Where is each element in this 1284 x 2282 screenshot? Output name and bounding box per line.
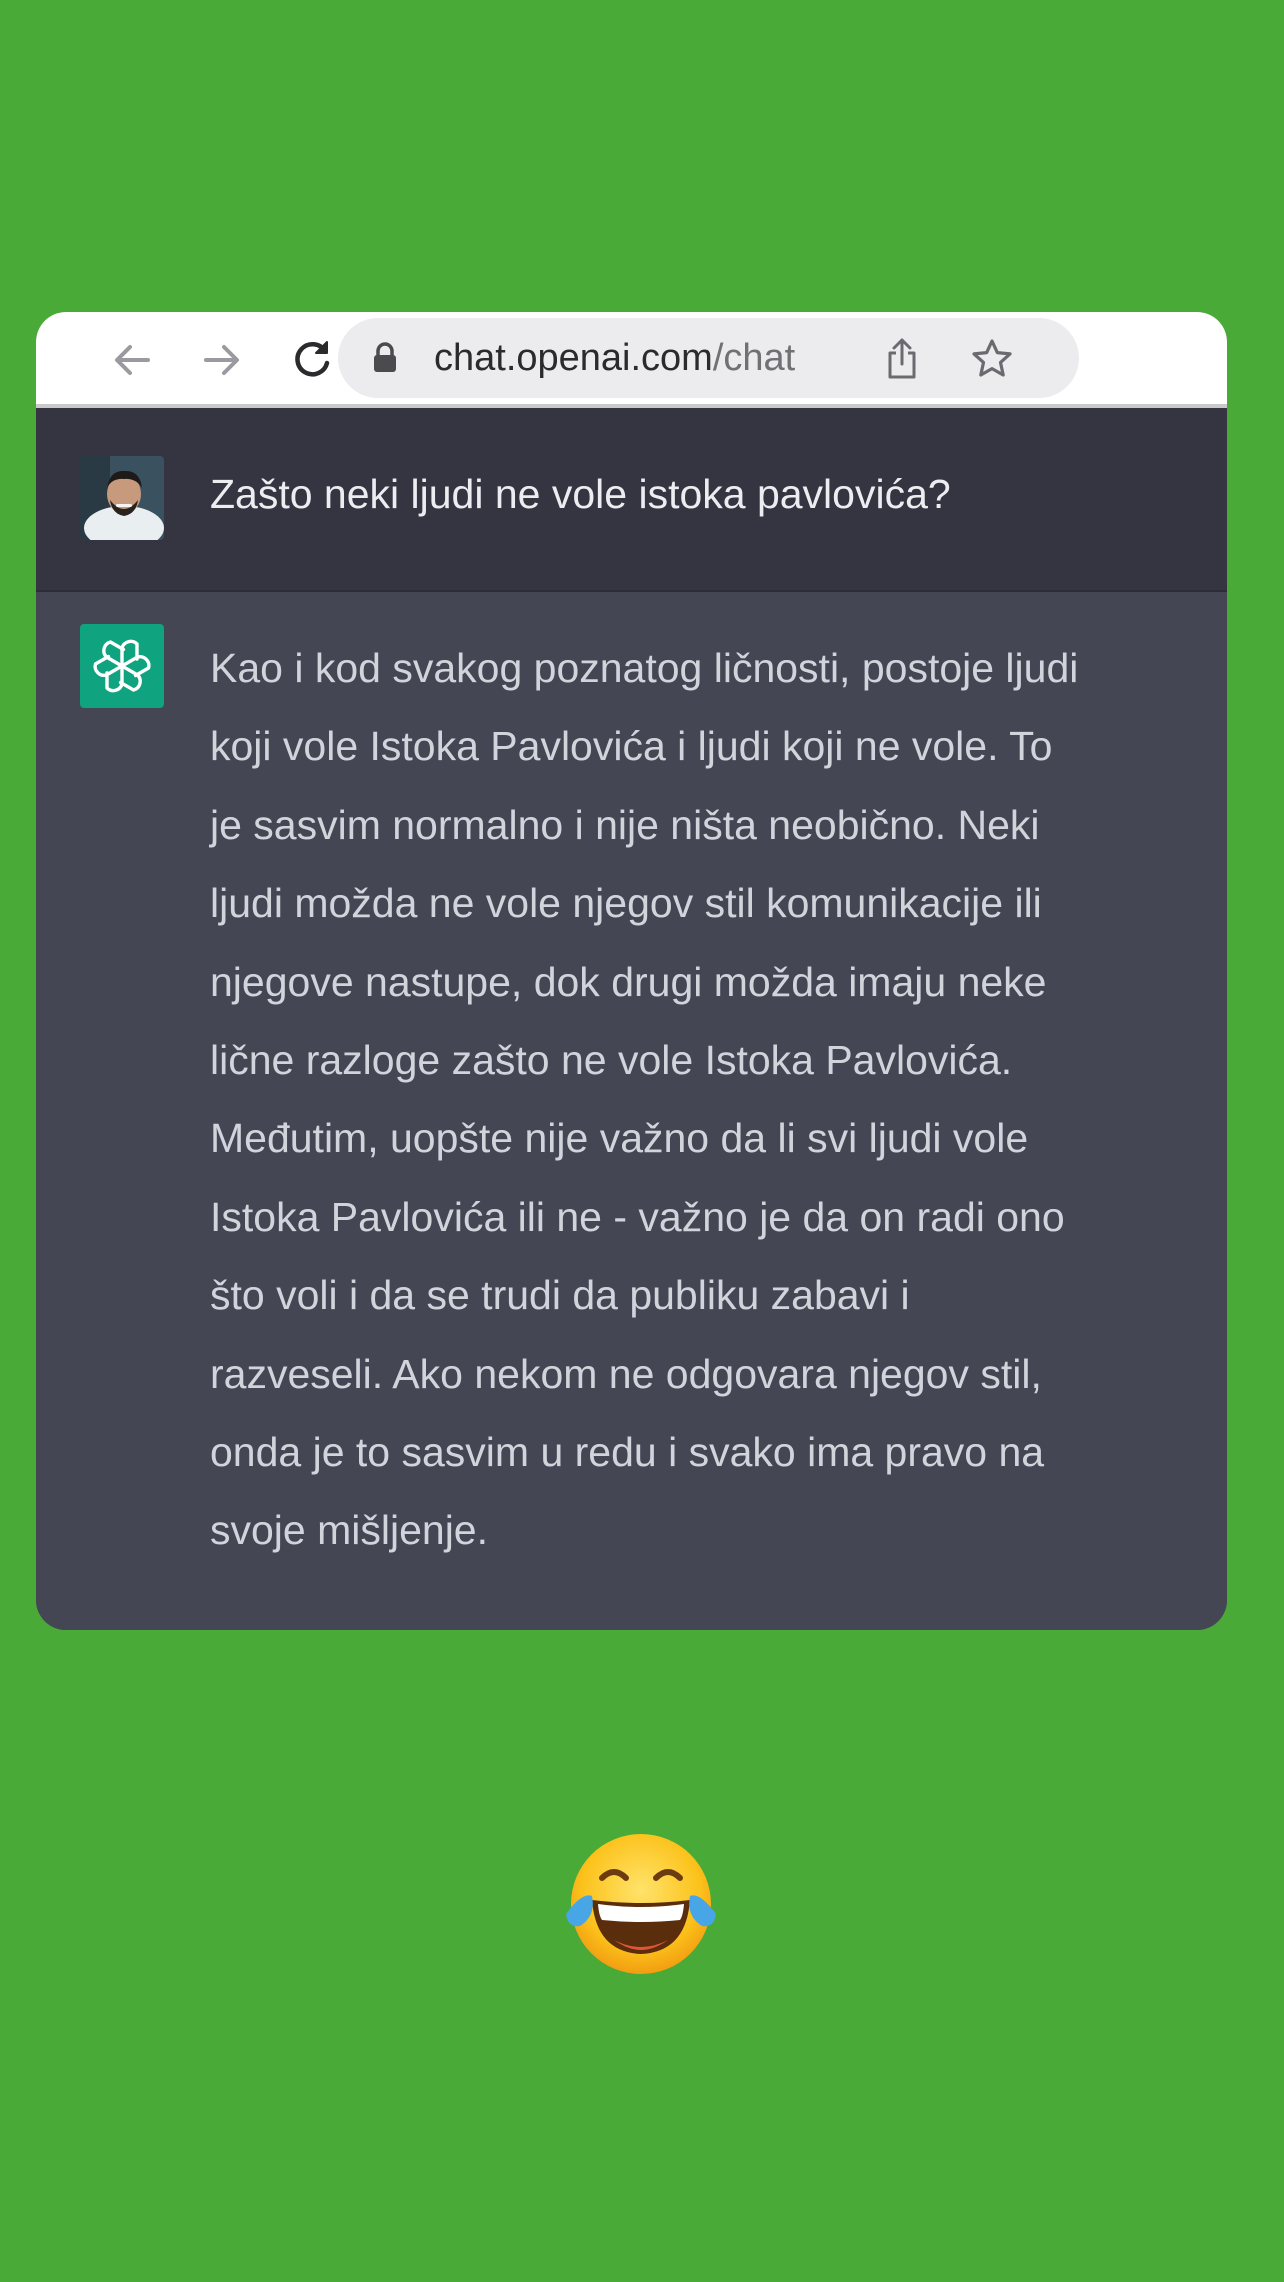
url-host: chat.openai.com [434, 337, 713, 379]
forward-button[interactable] [196, 334, 248, 386]
url-text: chat.openai.com/chat [434, 337, 795, 379]
browser-window: chat.openai.com/chat Zašto neki ljudi ne… [36, 312, 1227, 1630]
arrow-right-icon [204, 345, 239, 375]
answer-line: onda je to sasvim u redu i svako ima pra… [210, 1429, 1045, 1476]
answer-line: je sasvim normalno i nije ništa neobično… [210, 801, 1040, 848]
answer-line: Međutim, uopšte nije važno da li svi lju… [210, 1115, 1029, 1162]
assistant-answer: Kao i kod svakog poznatog ličnosti, post… [210, 629, 1210, 1570]
face-with-tears-of-joy-icon [562, 1830, 720, 1978]
lock-icon [374, 342, 396, 372]
reload-icon [295, 341, 330, 377]
user-question: Zašto neki ljudi ne vole istoka pavlović… [210, 471, 951, 517]
user-message-row: Zašto neki ljudi ne vole istoka pavlović… [36, 408, 1227, 592]
url-path: /chat [712, 337, 796, 379]
answer-line: lične razloge zašto ne vole Istoka Pavlo… [210, 1037, 1013, 1084]
answer-line: razveseli. Ako nekom ne odgovara njegov … [210, 1350, 1042, 1397]
answer-line: koji vole Istoka Pavlovića i ljudi koji … [210, 723, 1053, 770]
chatgpt-logo-icon [80, 624, 164, 708]
answer-line: njegove nastupe, dok drugi možda imaju n… [210, 958, 1047, 1005]
back-button[interactable] [106, 334, 158, 386]
user-avatar [80, 456, 164, 540]
answer-line: Kao i kod svakog poznatog ličnosti, post… [210, 645, 1079, 691]
star-icon [972, 339, 1012, 377]
share-button[interactable] [879, 336, 925, 382]
bookmark-button[interactable] [969, 336, 1015, 382]
answer-line: Istoka Pavlovića ili ne - važno je da on… [210, 1193, 1065, 1240]
share-icon [888, 338, 916, 379]
answer-line: što voli i da se trudi da publiku zabavi… [210, 1272, 910, 1319]
browser-toolbar: chat.openai.com/chat [36, 312, 1227, 408]
assistant-message-row: Kao i kod svakog poznatog ličnosti, post… [36, 592, 1227, 1630]
arrow-left-icon [115, 345, 150, 375]
address-bar[interactable]: chat.openai.com/chat [338, 318, 1079, 398]
answer-line: svoje mišljenje. [210, 1507, 488, 1554]
reload-button[interactable] [286, 334, 338, 386]
answer-line: ljudi možda ne vole njegov stil komunika… [210, 880, 1042, 927]
